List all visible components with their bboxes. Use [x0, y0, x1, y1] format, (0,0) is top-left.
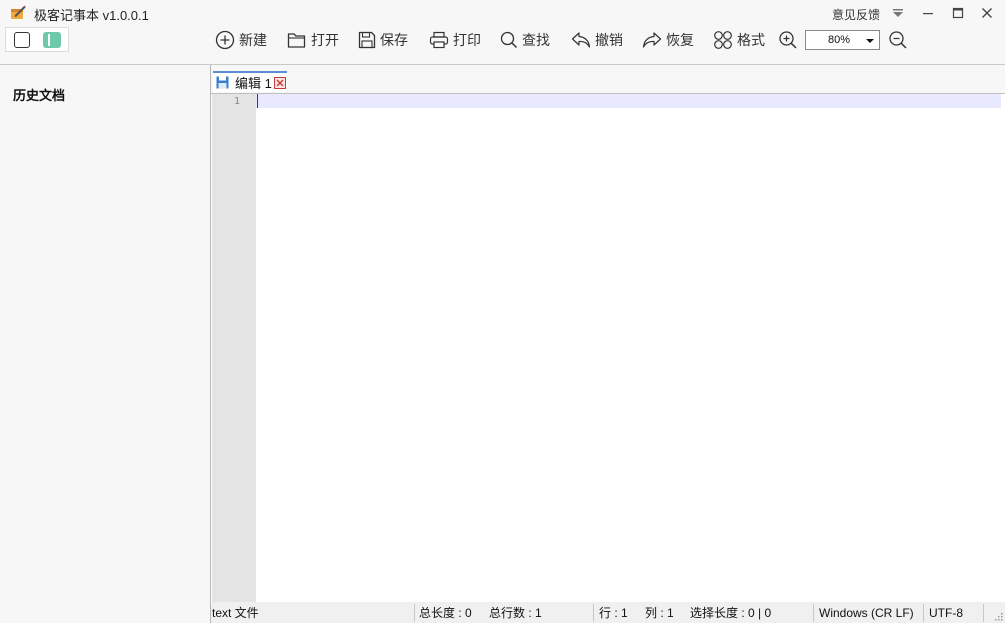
- printer-icon: [429, 31, 449, 49]
- save-label: 保存: [380, 32, 408, 48]
- new-button[interactable]: 新建: [215, 29, 267, 51]
- status-separator: [923, 604, 924, 622]
- tab-save-icon: [216, 76, 229, 89]
- current-line-highlight: [256, 94, 1001, 108]
- print-label: 打印: [453, 32, 481, 48]
- undo-button[interactable]: 撤销: [571, 29, 623, 51]
- status-row: 行 : 1: [599, 606, 628, 620]
- line-number: 1: [233, 96, 240, 107]
- minimize-icon: [923, 13, 933, 15]
- grid-icon: [714, 31, 732, 49]
- search-icon: [500, 31, 518, 49]
- history-sidebar: 历史文档: [0, 65, 210, 623]
- zoom-value: 80%: [828, 34, 851, 46]
- line-number-gutter: 1: [212, 94, 256, 602]
- text-caret: [257, 94, 258, 108]
- tab-label: 编辑 1: [235, 76, 272, 91]
- floppy-icon: [358, 31, 376, 49]
- open-button[interactable]: 打开: [287, 29, 339, 51]
- status-separator: [813, 604, 814, 622]
- sidebar-title: 历史文档: [13, 88, 66, 103]
- maximize-icon: [952, 7, 964, 19]
- text-editor[interactable]: 1: [211, 93, 1005, 602]
- app-title: 极客记事本 v1.0.0.1: [34, 8, 149, 23]
- status-separator: [414, 604, 415, 622]
- zoom-out-icon[interactable]: [888, 30, 908, 50]
- close-icon: [982, 8, 992, 18]
- status-separator: [983, 604, 984, 622]
- redo-label: 恢复: [666, 32, 694, 48]
- status-col: 列 : 1: [645, 606, 674, 620]
- status-line-ending[interactable]: Windows (CR LF): [819, 602, 914, 623]
- undo-label: 撤销: [595, 32, 623, 48]
- redo-button[interactable]: 恢复: [642, 29, 694, 51]
- maximize-button[interactable]: [948, 3, 968, 23]
- save-button[interactable]: 保存: [358, 29, 408, 51]
- status-file-type: text 文件: [212, 606, 259, 620]
- layout-single-icon[interactable]: [14, 32, 30, 48]
- tab-strip: 编辑 1: [211, 65, 1005, 93]
- tab-edit-1[interactable]: 编辑 1: [213, 71, 287, 92]
- undo-icon: [571, 32, 591, 48]
- find-label: 查找: [522, 32, 550, 48]
- menu-dropdown-button[interactable]: [888, 3, 908, 23]
- find-button[interactable]: 查找: [500, 29, 550, 51]
- app-logo-icon: [11, 5, 26, 19]
- new-label: 新建: [239, 32, 267, 48]
- open-label: 打开: [311, 32, 339, 48]
- feedback-link[interactable]: 意见反馈: [832, 6, 880, 23]
- dropdown-triangle-icon: [893, 9, 903, 17]
- layout-toggle: [5, 27, 69, 52]
- redo-icon: [642, 32, 662, 48]
- zoom-in-icon[interactable]: [778, 30, 798, 50]
- status-total-lines: 总行数 : 1: [489, 606, 542, 620]
- resize-grip-icon[interactable]: [993, 611, 1003, 621]
- status-total-length: 总长度 : 0: [419, 606, 472, 620]
- title-bar: 极客记事本 v1.0.0.1 意见反馈: [0, 0, 1005, 26]
- folder-icon: [287, 33, 306, 48]
- tab-close-icon[interactable]: [273, 76, 286, 89]
- zoom-select[interactable]: 80%: [805, 30, 880, 50]
- minimize-button[interactable]: [918, 3, 938, 23]
- status-separator: [593, 604, 594, 622]
- format-button[interactable]: 格式: [713, 29, 765, 51]
- print-button[interactable]: 打印: [429, 29, 481, 51]
- status-encoding[interactable]: UTF-8: [929, 602, 963, 623]
- layout-split-icon[interactable]: [43, 32, 61, 48]
- chevron-down-icon: [866, 39, 874, 43]
- app-window: 极客记事本 v1.0.0.1 意见反馈 新建 打开 保存 打印 查找 撤销 恢复…: [0, 0, 1005, 623]
- status-bar: text 文件 总长度 : 0 总行数 : 1 行 : 1 列 : 1 选择长度…: [211, 602, 1005, 623]
- plus-circle-icon: [215, 30, 235, 50]
- close-button[interactable]: [977, 3, 997, 23]
- format-label: 格式: [737, 32, 765, 48]
- status-selection: 选择长度 : 0 | 0: [690, 606, 772, 620]
